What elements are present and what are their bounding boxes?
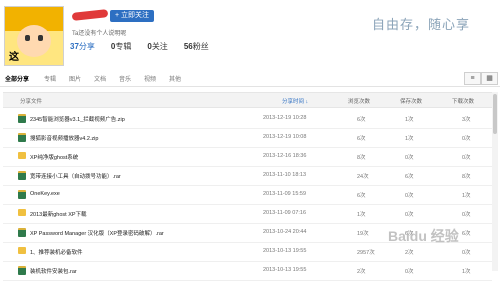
file-name-link[interactable]: 1、推荐装机必备软件 [30, 248, 83, 256]
list-view-icon[interactable]: ≡ [464, 72, 481, 85]
download-count: 0次 [462, 155, 471, 161]
download-count: 0次 [462, 136, 471, 142]
folder-icon [18, 247, 26, 254]
share-time: 2013-12-19 10:08 [263, 134, 307, 140]
username-redacted [71, 9, 109, 21]
file-icon [18, 228, 26, 237]
download-count: 8次 [462, 174, 471, 180]
stat-fans[interactable]: 56粉丝 [184, 41, 209, 52]
save-count: 2次 [405, 250, 414, 256]
tab-other[interactable]: 其他 [169, 74, 181, 83]
stat-albums[interactable]: 0专辑 [111, 41, 131, 52]
file-name-link[interactable]: XP Password Manager 汉化版（XP登录密码破解）.rar [30, 229, 164, 237]
file-icon [18, 190, 26, 199]
file-icon [18, 133, 26, 142]
tab-docs[interactable]: 文档 [94, 74, 106, 83]
header-saves[interactable]: 保存次数 [400, 97, 422, 105]
profile-header: 这 + 立即关注 Ta还没有个人说明呢 37分享 0专辑 0关注 56粉丝 自由… [0, 0, 500, 68]
save-count: 1次 [405, 117, 414, 123]
download-count: 3次 [462, 117, 471, 123]
view-count: 6次 [357, 117, 366, 123]
tab-albums[interactable]: 专辑 [44, 74, 56, 83]
file-name-link[interactable]: XP纯净版ghost系统 [30, 153, 78, 161]
share-time: 2013-12-19 10:28 [263, 115, 307, 121]
tab-all[interactable]: 全部分享 [5, 74, 29, 83]
file-icon [18, 171, 26, 180]
avatar-caption: 这 [9, 52, 19, 63]
view-count: 1次 [357, 212, 366, 218]
header-views[interactable]: 浏览次数 [348, 97, 370, 105]
table-row[interactable]: 2013最新ghost XP下载 2013-11-09 07:16 1次 0次 0次 [3, 204, 492, 224]
header-downloads[interactable]: 下载次数 [452, 97, 474, 105]
share-time: 2013-11-10 18:13 [263, 172, 307, 178]
table-row[interactable]: 装机软件安装包.rar 2013-10-13 19:55 2次 0次 1次 [3, 261, 492, 281]
avatar-eye-left [25, 35, 30, 41]
file-name-link[interactable]: 宽带连接小工具（自动拨号功能）.rar [30, 172, 121, 180]
share-time: 2013-10-13 19:55 [263, 248, 307, 254]
follow-button[interactable]: + 立即关注 [110, 10, 154, 22]
share-time: 2013-11-09 07:16 [263, 210, 307, 216]
file-name-link[interactable]: 装机软件安装包.rar [30, 267, 77, 275]
download-count: 1次 [462, 269, 471, 275]
header-file[interactable]: 分享文件 [20, 97, 42, 105]
slogan: 自由存，随心享 [372, 17, 471, 32]
save-count: 0次 [405, 193, 414, 199]
table-row[interactable]: 搜狐影音视频播放器v4.2.zip 2013-12-19 10:08 6次 1次 0次 [3, 128, 492, 148]
download-count: 0次 [462, 212, 471, 218]
view-count: 19次 [357, 231, 369, 237]
file-name-link[interactable]: OneKey.exe [30, 191, 60, 197]
table-row[interactable]: 2345智能浏览器v3.1_拦截视频广告.zip 2013-12-19 10:28… [3, 109, 492, 129]
share-time: 2013-10-13 19:55 [263, 267, 307, 273]
grid-view-icon[interactable]: ▦ [481, 72, 498, 85]
table-header: 分享文件 分享时间 ↓ 浏览次数 保存次数 下载次数 [3, 92, 492, 108]
category-tabs: 全部分享 专辑 图片 文档 音乐 视频 其他 ≡ ▦ [0, 68, 500, 87]
view-count: 2次 [357, 269, 366, 275]
avatar[interactable]: 这 [4, 6, 64, 66]
tab-images[interactable]: 图片 [69, 74, 81, 83]
scroll-thumb[interactable] [493, 94, 497, 134]
scrollbar[interactable] [492, 92, 498, 271]
folder-icon [18, 152, 26, 159]
view-count: 6次 [357, 136, 366, 142]
profile-bio: Ta还没有个人说明呢 [72, 31, 127, 37]
header-time[interactable]: 分享时间 ↓ [282, 97, 308, 105]
file-name-link[interactable]: 搜狐影音视频播放器v4.2.zip [30, 134, 98, 142]
stat-shares[interactable]: 37分享 [70, 41, 95, 52]
download-count: 1次 [462, 193, 471, 199]
watermark: Baidu 经验 [388, 228, 459, 244]
table-row[interactable]: OneKey.exe 2013-11-09 15:59 6次 0次 1次 [3, 185, 492, 205]
save-count: 0次 [405, 269, 414, 275]
view-count: 24次 [357, 174, 369, 180]
save-count: 0次 [405, 212, 414, 218]
avatar-eye-right [38, 35, 43, 41]
share-time: 2013-11-09 15:59 [263, 191, 307, 197]
avatar-face [17, 25, 51, 57]
view-count: 6次 [357, 193, 366, 199]
file-icon [18, 114, 26, 123]
share-time: 2013-12-16 18:36 [263, 153, 307, 159]
file-name-link[interactable]: 2345智能浏览器v3.1_拦截视频广告.zip [30, 115, 125, 123]
table-row[interactable]: 宽带连接小工具（自动拨号功能）.rar 2013-11-10 18:13 24次 6次… [3, 166, 492, 186]
download-count: 0次 [462, 250, 471, 256]
tab-videos[interactable]: 视频 [144, 74, 156, 83]
save-count: 1次 [405, 136, 414, 142]
share-time: 2013-10-24 20:44 [263, 229, 307, 235]
view-count: 8次 [357, 155, 366, 161]
save-count: 0次 [405, 155, 414, 161]
folder-icon [18, 209, 26, 216]
tab-music[interactable]: 音乐 [119, 74, 131, 83]
file-name-link[interactable]: 2013最新ghost XP下载 [30, 210, 87, 218]
table-row[interactable]: XP纯净版ghost系统 2013-12-16 18:36 8次 0次 0次 [3, 147, 492, 167]
download-count: 6次 [462, 231, 471, 237]
stat-following[interactable]: 0关注 [147, 41, 167, 52]
view-count: 2957次 [357, 250, 375, 256]
save-count: 6次 [405, 174, 414, 180]
profile-stats: 37分享 0专辑 0关注 56粉丝 [70, 41, 209, 52]
